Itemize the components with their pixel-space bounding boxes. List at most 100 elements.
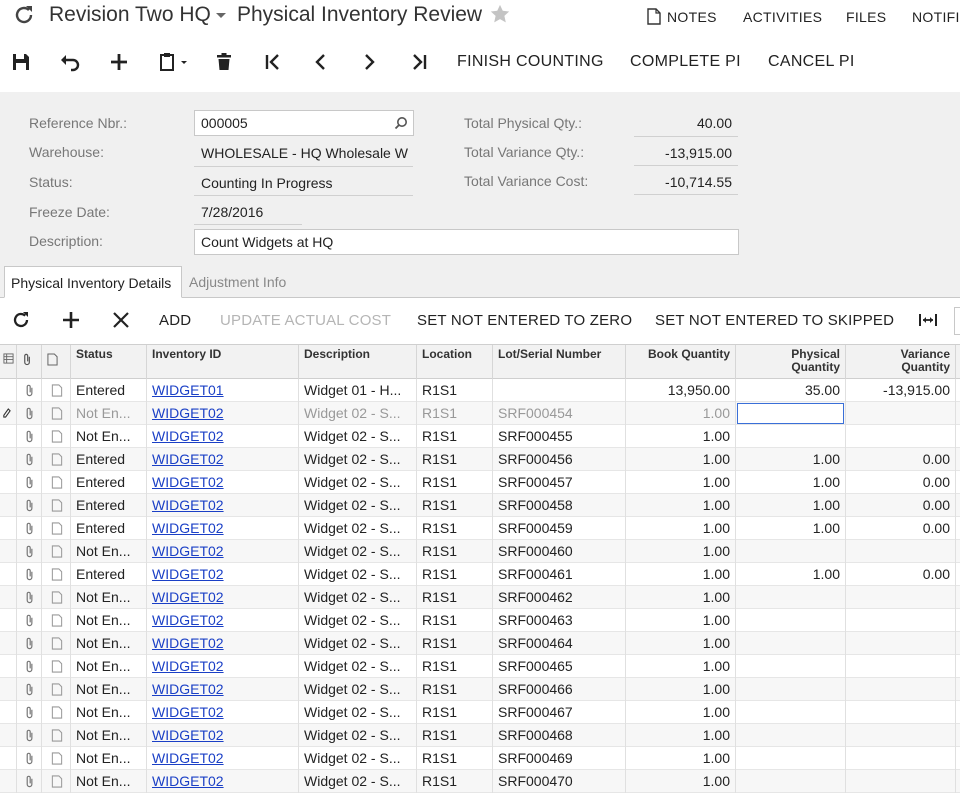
status-cell[interactable]: Not En... [71,655,147,678]
attachment-cell[interactable] [17,402,42,425]
description-cell[interactable]: Widget 02 - S... [299,563,417,586]
lot-serial-cell[interactable]: SRF000470 [493,770,626,793]
table-row[interactable]: Not En... WIDGET02 Widget 02 - S... R1S1 SRF… [0,770,960,793]
col-inventory-id[interactable]: Inventory ID [147,345,299,380]
book-quantity-cell[interactable]: 1.00 [626,563,736,586]
tab-adjustment-info[interactable]: Adjustment Info [183,266,296,298]
attachment-cell[interactable] [17,425,42,448]
chevron-down-icon[interactable] [216,13,226,18]
attachment-cell[interactable] [17,448,42,471]
row-selector[interactable] [0,678,17,701]
inventory-id-link[interactable]: WIDGET02 [152,704,224,720]
note-cell[interactable] [42,425,71,448]
variance-quantity-cell[interactable] [846,609,956,632]
inventory-id-link[interactable]: WIDGET02 [152,405,224,421]
inventory-id-cell[interactable]: WIDGET02 [147,770,299,793]
description-cell[interactable]: Widget 01 - H... [299,379,417,402]
description-cell[interactable]: Widget 02 - S... [299,586,417,609]
note-cell[interactable] [42,448,71,471]
inventory-id-link[interactable]: WIDGET02 [152,773,224,789]
location-cell[interactable]: R1S1 [417,402,493,425]
inventory-id-link[interactable]: WIDGET02 [152,635,224,651]
col-description[interactable]: Description [299,345,417,380]
note-cell[interactable] [42,402,71,425]
status-cell[interactable]: Entered [71,494,147,517]
attachment-cell[interactable] [17,517,42,540]
row-selector[interactable] [0,770,17,793]
physical-quantity-cell[interactable] [736,724,846,747]
inventory-id-link[interactable]: WIDGET01 [152,382,224,398]
description-cell[interactable]: Widget 02 - S... [299,678,417,701]
note-cell[interactable] [42,494,71,517]
description-cell[interactable]: Widget 02 - S... [299,517,417,540]
description-cell[interactable]: Widget 02 - S... [299,425,417,448]
book-quantity-cell[interactable]: 1.00 [626,770,736,793]
variance-quantity-cell[interactable]: 0.00 [846,471,956,494]
status-cell[interactable]: Not En... [71,632,147,655]
set-not-entered-skipped-button[interactable]: SET NOT ENTERED TO SKIPPED [655,312,894,329]
row-selector[interactable] [0,517,17,540]
col-variance-quantity[interactable]: Variance Quantity [846,345,956,380]
attachment-cell[interactable] [17,586,42,609]
inventory-id-cell[interactable]: WIDGET02 [147,425,299,448]
physical-quantity-cell[interactable] [736,425,846,448]
inventory-id-cell[interactable]: WIDGET02 [147,609,299,632]
description-cell[interactable]: Widget 02 - S... [299,609,417,632]
row-selector[interactable] [0,494,17,517]
variance-quantity-cell[interactable] [846,655,956,678]
table-row[interactable]: Not En... WIDGET02 Widget 02 - S... R1S1 SRF… [0,609,960,632]
physical-quantity-input[interactable] [737,403,844,424]
status-cell[interactable]: Not En... [71,402,147,425]
col-book-quantity[interactable]: Book Quantity [626,345,736,380]
inventory-id-link[interactable]: WIDGET02 [152,520,224,536]
note-cell[interactable] [42,655,71,678]
inventory-id-link[interactable]: WIDGET02 [152,497,224,513]
lot-serial-cell[interactable]: SRF000468 [493,724,626,747]
variance-quantity-cell[interactable] [846,770,956,793]
row-selector[interactable] [0,563,17,586]
physical-quantity-cell[interactable]: 1.00 [736,448,846,471]
table-row[interactable]: Not En... WIDGET02 Widget 02 - S... R1S1 SRF… [0,425,960,448]
location-cell[interactable]: R1S1 [417,770,493,793]
attachment-cell[interactable] [17,724,42,747]
table-row[interactable]: Not En... WIDGET02 Widget 02 - S... R1S1 SRF… [0,747,960,770]
lot-serial-cell[interactable]: SRF000463 [493,609,626,632]
table-row[interactable]: Not En... WIDGET02 Widget 02 - S... R1S1 SRF… [0,655,960,678]
variance-quantity-cell[interactable]: 0.00 [846,494,956,517]
note-cell[interactable] [42,678,71,701]
row-selector[interactable] [0,655,17,678]
inventory-id-link[interactable]: WIDGET02 [152,727,224,743]
table-row[interactable]: Entered WIDGET01 Widget 01 - H... R1S1 13,95… [0,379,960,402]
delete-icon[interactable] [212,50,236,74]
lot-serial-cell[interactable]: SRF000467 [493,701,626,724]
table-row[interactable]: Entered WIDGET02 Widget 02 - S... R1S1 SRF00… [0,448,960,471]
table-row[interactable]: Not En... WIDGET02 Widget 02 - S... R1S1 SRF… [0,586,960,609]
inventory-id-link[interactable]: WIDGET02 [152,451,224,467]
book-quantity-cell[interactable]: 1.00 [626,747,736,770]
location-cell[interactable]: R1S1 [417,586,493,609]
status-cell[interactable]: Not En... [71,586,147,609]
physical-quantity-cell[interactable] [736,402,846,425]
variance-quantity-cell[interactable] [846,586,956,609]
status-cell[interactable]: Not En... [71,425,147,448]
lot-serial-cell[interactable]: SRF000462 [493,586,626,609]
row-selector[interactable] [0,586,17,609]
physical-quantity-cell[interactable]: 1.00 [736,471,846,494]
add-button[interactable]: ADD [159,312,191,329]
status-cell[interactable]: Not En... [71,609,147,632]
status-cell[interactable]: Entered [71,379,147,402]
book-quantity-cell[interactable]: 13,950.00 [626,379,736,402]
inventory-id-cell[interactable]: WIDGET02 [147,471,299,494]
lot-serial-cell[interactable]: SRF000454 [493,402,626,425]
notes-link[interactable]: NOTES [667,9,717,25]
location-cell[interactable]: R1S1 [417,609,493,632]
tab-physical-inventory-details[interactable]: Physical Inventory Details [4,266,182,298]
description-cell[interactable]: Widget 02 - S... [299,655,417,678]
physical-quantity-cell[interactable] [736,632,846,655]
table-row[interactable]: Entered WIDGET02 Widget 02 - S... R1S1 SRF00… [0,517,960,540]
attachment-cell[interactable] [17,701,42,724]
note-cell[interactable] [42,770,71,793]
book-quantity-cell[interactable]: 1.00 [626,402,736,425]
table-row[interactable]: Entered WIDGET02 Widget 02 - S... R1S1 SRF00… [0,471,960,494]
reference-nbr-field[interactable]: 000005 [194,110,414,136]
